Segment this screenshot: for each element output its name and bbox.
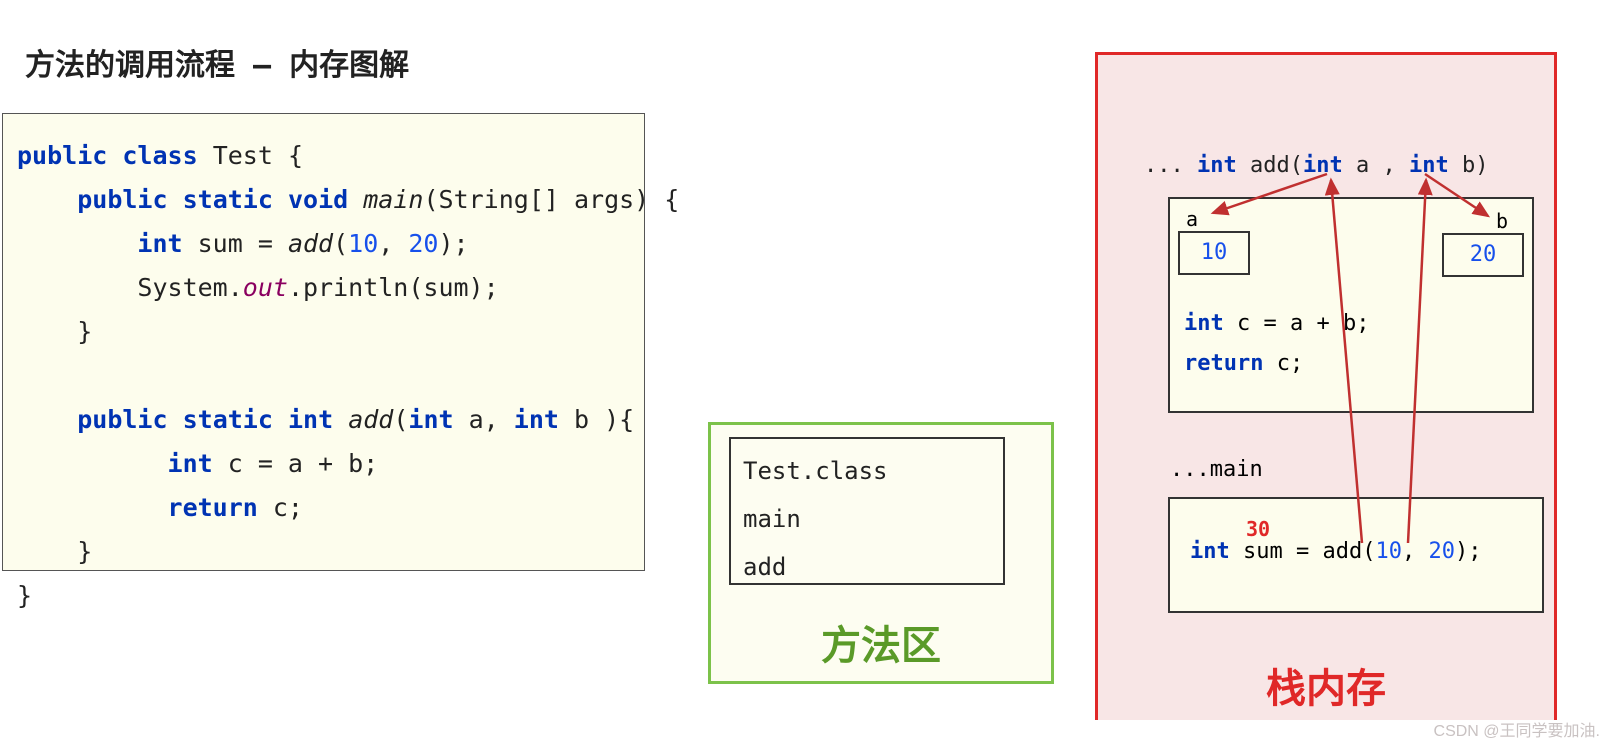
kw-int-sig-a: int (1303, 153, 1343, 178)
kw-int-a: int (408, 405, 453, 434)
kw-int-sig: int (1197, 153, 1237, 178)
var-b-label: b (1496, 209, 1508, 233)
main-line: int sum = add(10, 20); (1190, 539, 1481, 564)
main-20: 20 (1428, 539, 1455, 564)
method-area-inner: Test.class main add (729, 437, 1005, 585)
kw-static-2: static (183, 405, 273, 434)
var-a-box: 10 (1178, 231, 1250, 275)
method-area-label: 方法区 (711, 613, 1051, 671)
main-sum: sum = add( (1230, 539, 1376, 564)
main-close: ); (1455, 539, 1482, 564)
frame-return: c; (1263, 351, 1303, 376)
println: .println(sum); (288, 273, 499, 302)
fn-add-def: add (348, 405, 393, 434)
fn-add-call: add (288, 229, 333, 258)
watermark: CSDN @王同学要加油. (1434, 717, 1600, 741)
close-paren: ); (438, 229, 468, 258)
class-name: Test { (213, 141, 303, 170)
kw-public-1: public (17, 141, 107, 170)
add-line-c: int c = a + b; (1184, 311, 1369, 336)
kw-int-2: int (288, 405, 333, 434)
kw-int-1: int (137, 229, 182, 258)
kw-class: class (122, 141, 197, 170)
var-b-box: 20 (1442, 233, 1524, 277)
open-paren-2: ( (393, 405, 408, 434)
var-a-label: a (1186, 207, 1198, 231)
kw-void: void (288, 185, 348, 214)
kw-int-b: int (514, 405, 559, 434)
kw-int-sig-b: int (1409, 153, 1449, 178)
close-class: } (17, 581, 32, 610)
page-title: 方法的调用流程 – 内存图解 (25, 40, 409, 84)
close-add: } (77, 537, 92, 566)
main-comma: , (1402, 539, 1429, 564)
sig-a: a , (1343, 153, 1409, 178)
literal-20: 20 (408, 229, 438, 258)
method-class: Test.class (743, 447, 991, 495)
return-c: c; (258, 493, 303, 522)
kw-int-main: int (1190, 539, 1230, 564)
kw-return-frame: return (1184, 351, 1263, 376)
kw-public-3: public (77, 405, 167, 434)
add-frame: a b 10 20 int c = a + b; return c; ↖ (1168, 197, 1534, 413)
frame-c-assign: c = a + b; (1224, 311, 1370, 336)
literal-10: 10 (348, 229, 378, 258)
fn-main: main (363, 185, 423, 214)
close-main: } (77, 317, 92, 346)
comma: , (378, 229, 408, 258)
out-field: out (243, 273, 288, 302)
kw-static-1: static (183, 185, 273, 214)
add-signature: ... int add(int a , int b) (1144, 153, 1488, 178)
c-assign: c = a + b; (213, 449, 379, 478)
method-main: main (743, 495, 991, 543)
open-paren: ( (333, 229, 348, 258)
main-frame: 30 int sum = add(10, 20); (1168, 497, 1544, 613)
kw-int-frame: int (1184, 311, 1224, 336)
param-a: a, (454, 405, 514, 434)
source-code-box: public class Test { public static void m… (2, 113, 645, 571)
main-10: 10 (1375, 539, 1402, 564)
kw-public-2: public (77, 185, 167, 214)
kw-return: return (168, 493, 258, 522)
param-b: b ){ (559, 405, 634, 434)
result-30: 30 (1246, 517, 1270, 541)
stack-memory-box: ... int add(int a , int b) a b 10 20 int… (1095, 52, 1557, 720)
main-frame-label: ...main (1170, 457, 1263, 482)
method-area-box: Test.class main add 方法区 (708, 422, 1054, 684)
system: System. (137, 273, 242, 302)
sig-b: b) (1449, 153, 1489, 178)
sum-assign: sum = (183, 229, 288, 258)
sig-add: add( (1237, 153, 1303, 178)
method-add: add (743, 543, 991, 591)
ellipsis: ... (1144, 153, 1197, 178)
main-args: (String[] args) { (423, 185, 679, 214)
stack-memory-label: 栈内存 (1098, 656, 1554, 714)
kw-int-c: int (168, 449, 213, 478)
add-line-return: return c; (1184, 351, 1303, 376)
